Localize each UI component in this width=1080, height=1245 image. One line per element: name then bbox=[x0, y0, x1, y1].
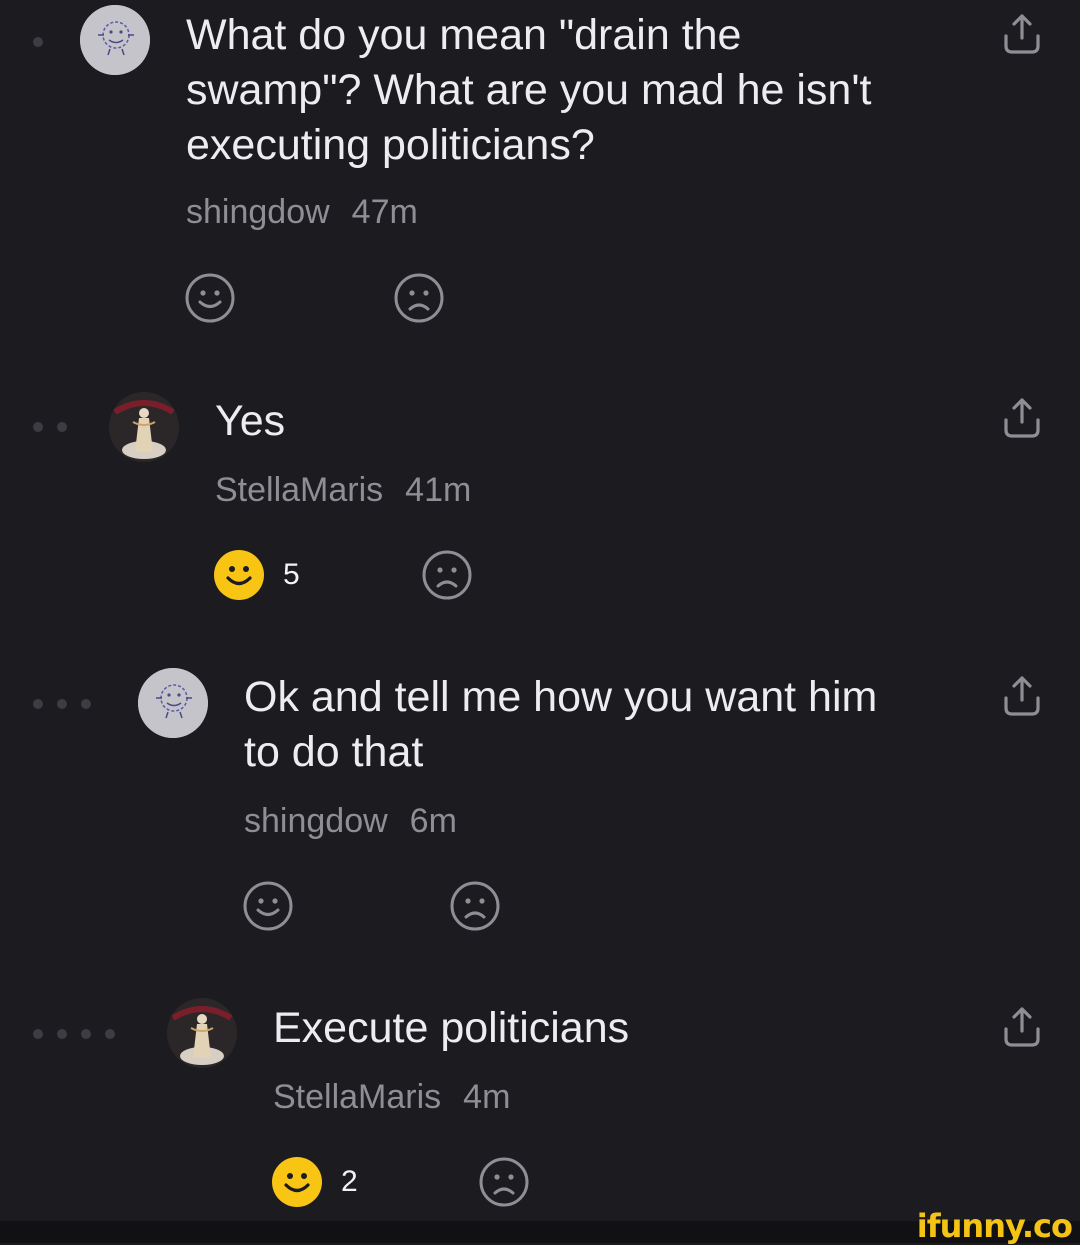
dislike-button[interactable] bbox=[393, 272, 445, 324]
comment-text: Yes bbox=[215, 397, 286, 445]
like-button[interactable]: 5 bbox=[213, 549, 300, 601]
like-button[interactable]: 2 bbox=[271, 1156, 358, 1208]
avatar[interactable] bbox=[109, 392, 179, 462]
comment-text: Execute politicians bbox=[273, 1004, 630, 1052]
depth-dot bbox=[57, 699, 67, 709]
share-button[interactable] bbox=[1002, 1005, 1042, 1051]
depth-dot bbox=[33, 699, 43, 709]
dislike-button[interactable] bbox=[449, 880, 501, 932]
share-icon bbox=[1004, 1007, 1040, 1047]
comment-author[interactable]: shingdow bbox=[244, 802, 388, 840]
smile-icon bbox=[185, 273, 235, 323]
comment-author[interactable]: StellaMaris bbox=[273, 1078, 441, 1116]
comment-text: What do you mean "drain the swamp"? What… bbox=[186, 11, 872, 169]
depth-dot bbox=[81, 699, 91, 709]
comment-meta: shingdow 6m bbox=[244, 802, 457, 841]
avatar[interactable] bbox=[167, 998, 237, 1068]
share-button[interactable] bbox=[1002, 12, 1042, 58]
share-button[interactable] bbox=[1002, 396, 1042, 442]
statue-avatar bbox=[167, 998, 237, 1068]
comment-time: 47m bbox=[351, 193, 418, 231]
smile-icon bbox=[214, 550, 264, 600]
thread-depth-indicator bbox=[33, 1029, 115, 1039]
comment-meta: StellaMaris 4m bbox=[273, 1078, 510, 1117]
depth-dot bbox=[33, 422, 43, 432]
avatar[interactable] bbox=[138, 668, 208, 738]
dislike-button[interactable] bbox=[421, 549, 473, 601]
share-icon bbox=[1004, 676, 1040, 716]
like-button[interactable] bbox=[184, 272, 236, 324]
smile-icon bbox=[243, 881, 293, 931]
depth-dot bbox=[81, 1029, 91, 1039]
avatar[interactable] bbox=[80, 5, 150, 75]
doodle-face-avatar bbox=[138, 668, 208, 738]
thread-depth-indicator bbox=[33, 37, 43, 47]
frown-icon bbox=[394, 273, 444, 323]
comment-time: 4m bbox=[463, 1078, 511, 1116]
depth-dot bbox=[33, 1029, 43, 1039]
comment-time: 41m bbox=[405, 471, 472, 509]
doodle-face-avatar bbox=[80, 5, 150, 75]
ifunny-watermark: ifunny.co bbox=[916, 1207, 1073, 1245]
like-count: 5 bbox=[283, 558, 300, 591]
share-button[interactable] bbox=[1002, 674, 1042, 720]
depth-dot bbox=[105, 1029, 115, 1039]
depth-dot bbox=[33, 37, 43, 47]
comment-meta: shingdow 47m bbox=[186, 193, 418, 232]
comment-author[interactable]: StellaMaris bbox=[215, 471, 383, 509]
share-icon bbox=[1004, 398, 1040, 438]
like-button[interactable] bbox=[242, 880, 294, 932]
comment-meta: StellaMaris 41m bbox=[215, 471, 471, 510]
frown-icon bbox=[479, 1157, 529, 1207]
frown-icon bbox=[450, 881, 500, 931]
depth-dot bbox=[57, 1029, 67, 1039]
comment-text: Ok and tell me how you want him to do th… bbox=[244, 673, 878, 776]
statue-avatar bbox=[109, 392, 179, 462]
thread-depth-indicator bbox=[33, 422, 67, 432]
dislike-button[interactable] bbox=[478, 1156, 530, 1208]
smile-icon bbox=[272, 1157, 322, 1207]
depth-dot bbox=[57, 422, 67, 432]
comment-author[interactable]: shingdow bbox=[186, 193, 330, 231]
share-icon bbox=[1004, 14, 1040, 54]
comment-time: 6m bbox=[409, 802, 457, 840]
like-count: 2 bbox=[341, 1165, 358, 1198]
thread-depth-indicator bbox=[33, 699, 91, 709]
frown-icon bbox=[422, 550, 472, 600]
